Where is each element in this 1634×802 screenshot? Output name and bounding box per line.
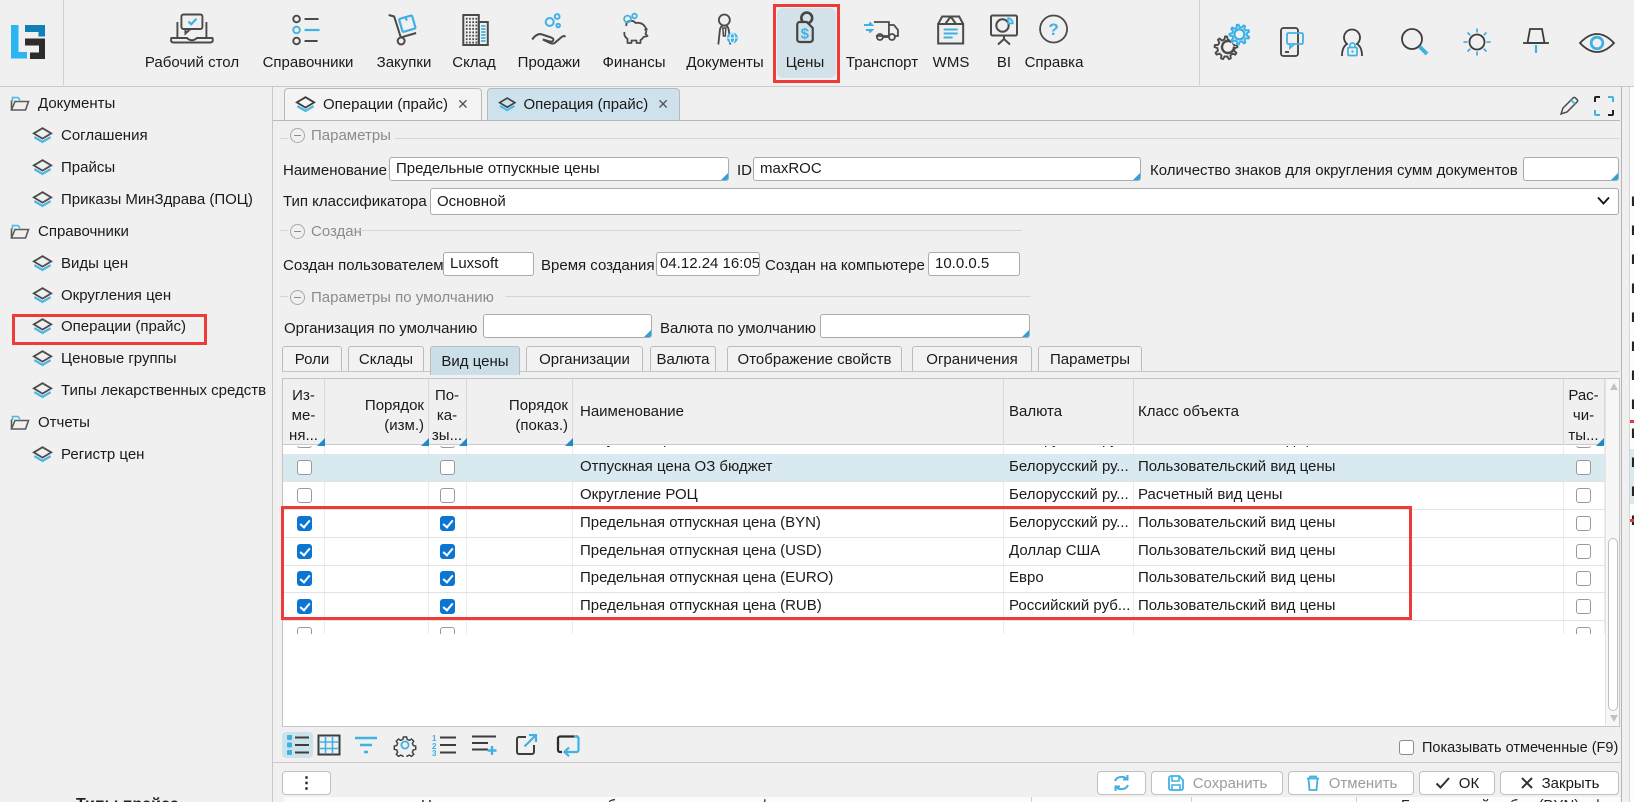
svg-text:?: ? <box>1049 20 1059 39</box>
svg-text:3: 3 <box>432 749 437 756</box>
